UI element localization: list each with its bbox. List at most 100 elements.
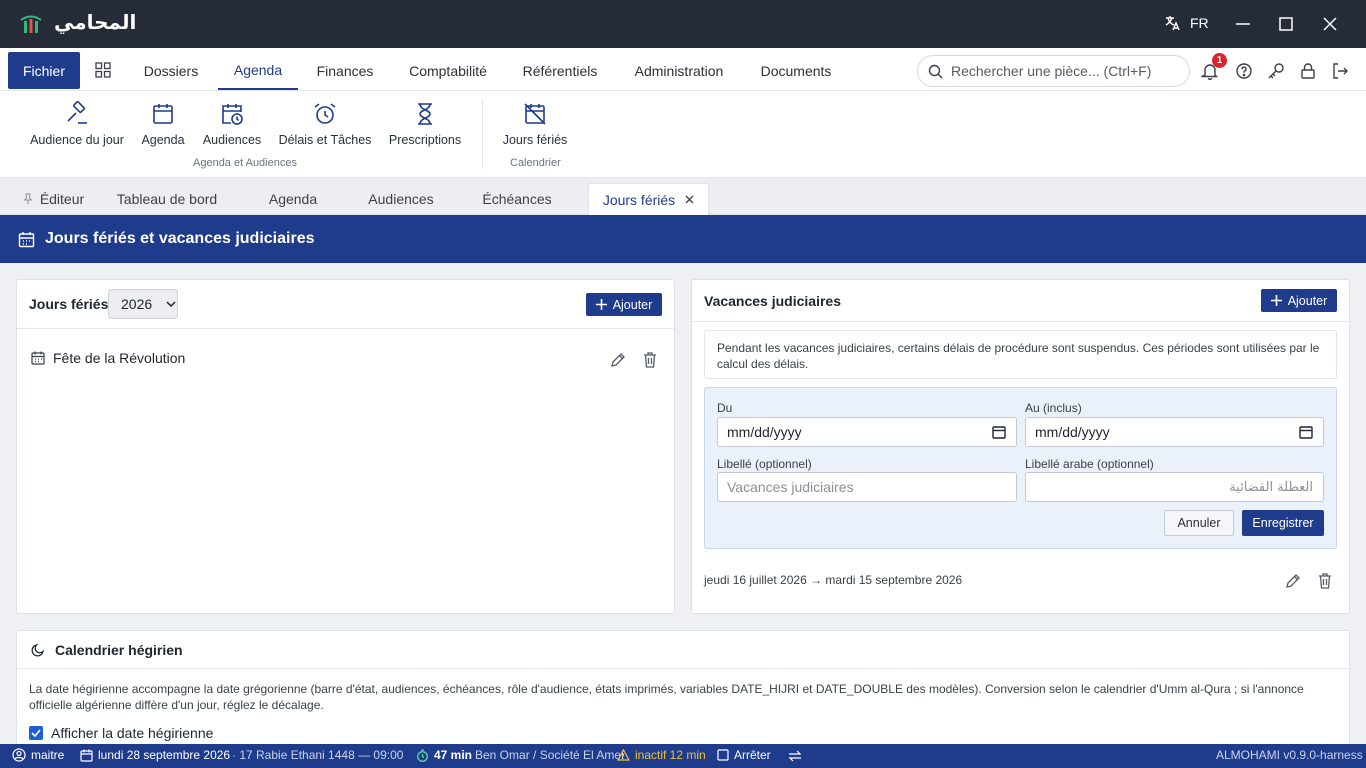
apps-grid-icon[interactable]	[95, 62, 111, 78]
tab-tableau-de-bord[interactable]: Tableau de bord	[108, 183, 226, 215]
ribbon-jours-feries[interactable]: Jours fériés	[500, 101, 570, 151]
hijri-panel-header: Calendrier hégirien	[17, 631, 1349, 669]
tab-editeur[interactable]: Éditeur	[12, 183, 94, 215]
warning-icon	[617, 749, 630, 761]
add-vacation-button[interactable]: Ajouter	[1261, 289, 1337, 312]
calendar-off-icon	[524, 103, 546, 125]
logout-icon[interactable]	[1331, 62, 1349, 80]
holidays-panel-header: Jours fériés 2026 Ajouter	[17, 280, 674, 329]
ribbon-label: Jours fériés	[502, 133, 568, 147]
menu-documents[interactable]: Documents	[751, 52, 841, 90]
ribbon-group-label: Calendrier	[510, 157, 561, 169]
edit-icon[interactable]	[1284, 572, 1302, 590]
search-box[interactable]	[917, 55, 1190, 87]
page-header: Jours fériés et vacances judiciaires	[0, 215, 1366, 263]
ribbon-separator	[482, 99, 483, 169]
hijri-checkbox[interactable]	[29, 726, 43, 740]
holiday-name: Fête de la Révolution	[53, 350, 186, 366]
user-icon	[12, 748, 26, 762]
status-stop-label: Arrêter	[734, 748, 771, 762]
libelle-ar-input[interactable]: العطلة القضائية	[1025, 472, 1324, 502]
status-hijri-time: · 17 Rabie Ethani 1448 — 09:00	[232, 748, 404, 762]
sync-icon[interactable]	[788, 750, 802, 762]
status-user[interactable]: maitre	[12, 748, 64, 762]
ribbon-agenda[interactable]: Agenda	[139, 101, 187, 151]
menu-dossiers[interactable]: Dossiers	[134, 52, 208, 90]
title-bar: المحامي FR	[0, 0, 1366, 48]
tab-label: Jours fériés	[602, 191, 676, 208]
year-value: 2026	[121, 296, 153, 312]
search-icon	[928, 64, 943, 78]
ribbon-label: Audiences	[202, 133, 262, 147]
alarm-clock-icon	[314, 103, 336, 124]
help-icon[interactable]	[1235, 62, 1253, 80]
cancel-button[interactable]: Annuler	[1164, 510, 1234, 536]
lock-icon[interactable]	[1299, 62, 1317, 80]
minimize-button[interactable]	[1231, 12, 1255, 36]
fichier-button[interactable]: Fichier	[8, 52, 80, 89]
vacations-panel: Vacances judiciaires Ajouter Pendant les…	[691, 279, 1350, 614]
status-timer[interactable]: 47 min	[416, 748, 472, 762]
status-timer-value: 47 min	[434, 748, 473, 762]
gavel-icon	[67, 101, 87, 124]
moon-icon	[31, 643, 45, 657]
menu-finances[interactable]: Finances	[308, 52, 382, 90]
menu-administration[interactable]: Administration	[623, 52, 735, 90]
ribbon-audience-du-jour[interactable]: Audience du jour	[28, 101, 126, 151]
menu-bar: Fichier Dossiers Agenda Finances Comptab…	[0, 48, 1366, 91]
timer-icon	[417, 748, 428, 762]
maximize-icon	[1279, 17, 1293, 31]
ribbon-audiences[interactable]: Audiences	[200, 101, 264, 151]
stop-icon	[717, 749, 729, 761]
add-label: Ajouter	[1287, 293, 1328, 308]
au-date-value: mm/dd/yyyy	[1035, 424, 1110, 440]
vacations-title: Vacances judiciaires	[704, 293, 841, 309]
holidays-title: Jours fériés	[29, 296, 109, 312]
status-user-name: maitre	[31, 748, 65, 762]
ribbon-prescriptions[interactable]: Prescriptions	[386, 101, 464, 151]
ribbon-delais-taches[interactable]: Délais et Tâches	[278, 101, 372, 151]
add-holiday-button[interactable]: Ajouter	[586, 293, 662, 316]
vacations-panel-header: Vacances judiciaires Ajouter	[692, 280, 1349, 322]
au-date-input[interactable]: mm/dd/yyyy	[1025, 417, 1324, 447]
close-window-button[interactable]	[1318, 12, 1342, 36]
pin-icon	[23, 193, 33, 204]
status-inactive: inactif 12 min	[617, 748, 706, 762]
tab-audiences[interactable]: Audiences	[358, 183, 444, 215]
calendar-icon	[80, 749, 93, 762]
libelle-input[interactable]: Vacances judiciaires	[717, 472, 1017, 502]
maximize-button[interactable]	[1274, 12, 1298, 36]
list-item: Fête de la Révolution	[31, 350, 185, 366]
du-date-value: mm/dd/yyyy	[727, 424, 802, 440]
ribbon-label: Agenda	[141, 133, 185, 147]
tab-jours-feries[interactable]: Jours fériés	[588, 183, 709, 215]
calendar-picker-icon[interactable]	[1299, 425, 1313, 439]
minimize-icon	[1236, 23, 1250, 25]
calendar-clock-icon	[222, 104, 243, 125]
chevron-down-icon	[166, 301, 176, 307]
au-label: Au (inclus)	[1025, 401, 1082, 415]
delete-icon[interactable]	[1316, 572, 1334, 590]
delete-icon[interactable]	[641, 351, 659, 369]
search-input[interactable]	[951, 63, 1171, 79]
edit-icon[interactable]	[609, 351, 627, 369]
calendar-picker-icon[interactable]	[992, 425, 1006, 439]
menu-referentiels[interactable]: Référentiels	[513, 52, 607, 90]
status-inactive-text: inactif 12 min	[635, 748, 706, 762]
tab-echeances[interactable]: Échéances	[474, 183, 560, 215]
save-button[interactable]: Enregistrer	[1242, 510, 1324, 536]
plus-icon	[1270, 295, 1282, 306]
du-date-input[interactable]: mm/dd/yyyy	[717, 417, 1017, 447]
tab-agenda[interactable]: Agenda	[256, 183, 330, 215]
document-tabs: Éditeur Tableau de bord Agenda Audiences…	[0, 178, 1366, 215]
close-tab-icon[interactable]	[685, 195, 694, 204]
hijri-checkbox-row[interactable]: Afficher la date hégirienne	[29, 725, 213, 741]
menu-comptabilite[interactable]: Comptabilité	[398, 52, 498, 90]
status-stop-button[interactable]: Arrêter	[717, 748, 771, 762]
status-version: ALMOHAMI v0.9.0-harness	[1216, 748, 1363, 762]
year-select[interactable]: 2026	[108, 289, 178, 319]
tab-label: Éditeur	[39, 191, 85, 207]
language-switch[interactable]: FR	[1164, 14, 1209, 32]
key-icon[interactable]	[1267, 62, 1285, 80]
menu-agenda[interactable]: Agenda	[218, 52, 298, 90]
